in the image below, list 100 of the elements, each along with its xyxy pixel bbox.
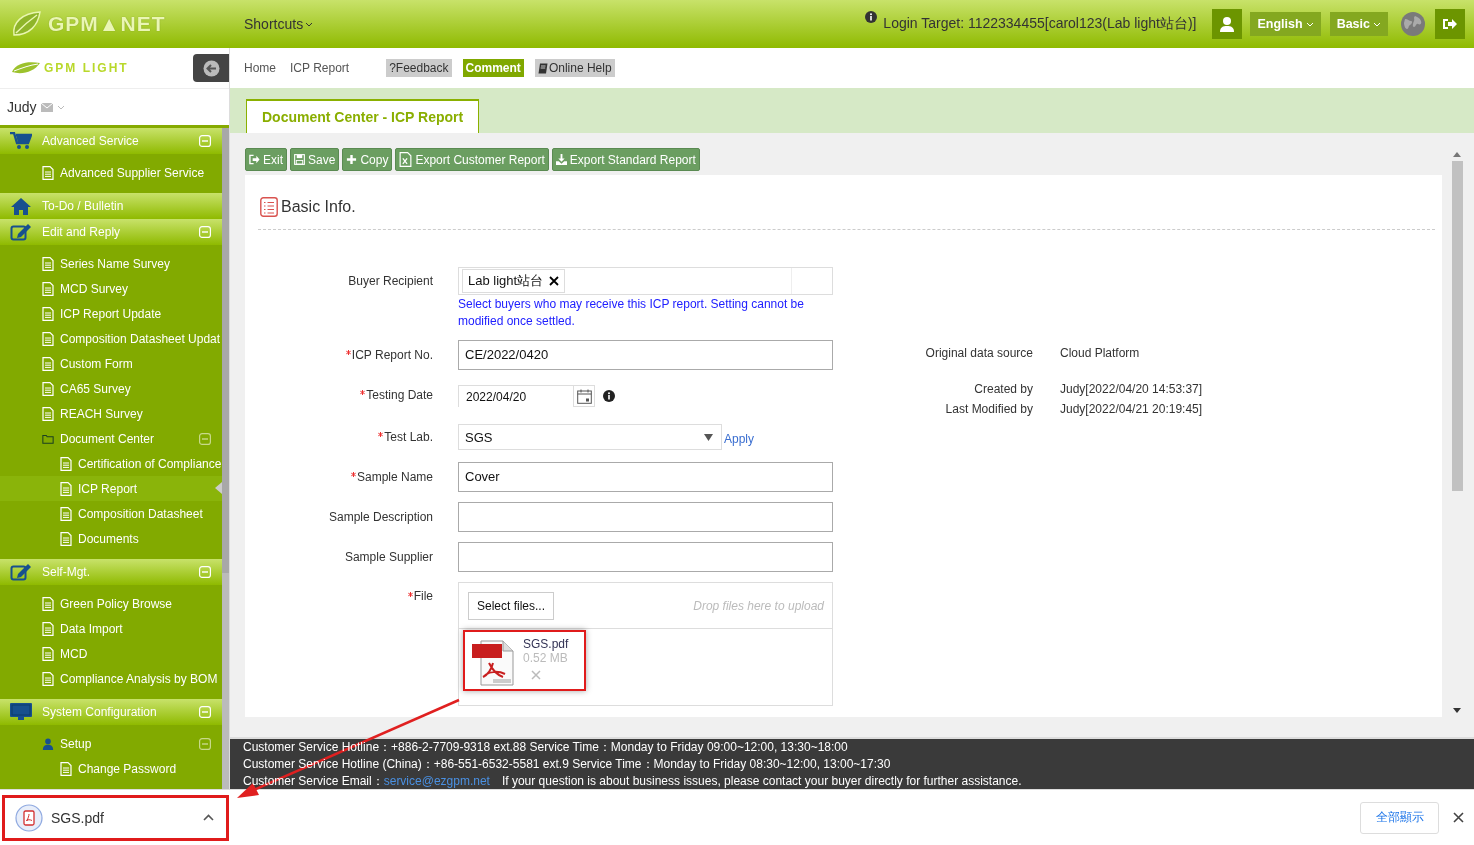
- menu-item[interactable]: MCD: [0, 641, 222, 666]
- document-icon: [42, 256, 54, 271]
- document-icon: [42, 381, 54, 396]
- feedback-button[interactable]: ?Feedback: [386, 59, 452, 77]
- document-icon: [42, 406, 54, 421]
- buyer-select-field[interactable]: Lab light站台: [458, 267, 833, 295]
- menu-item[interactable]: Composition Datasheet: [0, 501, 222, 526]
- scrollbar[interactable]: [222, 128, 229, 789]
- apply-link[interactable]: Apply: [724, 432, 755, 446]
- copy-button[interactable]: Copy: [342, 148, 393, 171]
- file-size: 0.52 MB: [523, 651, 568, 665]
- info-value: Judy[2022/04/21 20:19:45]: [1060, 401, 1203, 418]
- spreadsheet-icon: [399, 152, 413, 167]
- dropdown-arrow-icon[interactable]: [704, 433, 713, 441]
- plan-dropdown[interactable]: Basic: [1329, 12, 1388, 36]
- menu-item[interactable]: MCD Survey: [0, 276, 222, 301]
- language-dropdown[interactable]: English: [1250, 12, 1321, 36]
- field-label: ICP Report No.: [351, 347, 433, 364]
- menu-item[interactable]: Advanced Supplier Service: [0, 160, 222, 185]
- field-label: Buyer Recipient: [348, 273, 433, 290]
- menu-item[interactable]: Series Name Survey: [0, 251, 222, 276]
- menu-item[interactable]: Advanced Service: [0, 128, 222, 154]
- excel-button[interactable]: Export Customer Report: [395, 148, 549, 171]
- comment-button[interactable]: Comment: [462, 59, 524, 77]
- field-label: Sample Description: [328, 509, 433, 526]
- help-button[interactable]: Online Help: [534, 59, 615, 77]
- required-icon: [407, 592, 413, 597]
- text-field[interactable]: [458, 502, 833, 532]
- menu-item[interactable]: Documents: [0, 526, 222, 551]
- menu-item[interactable]: Document Center: [0, 426, 222, 451]
- menu-item[interactable]: Composition Datasheet Updat: [0, 326, 222, 351]
- download-item[interactable]: SGS.pdf: [2, 794, 229, 841]
- book-icon: [537, 62, 548, 74]
- required-icon: [350, 472, 356, 477]
- close-icon[interactable]: [1453, 812, 1464, 823]
- menu-item[interactable]: Compliance Analysis by BOM: [0, 666, 222, 691]
- chevron-up-icon[interactable]: [203, 814, 214, 821]
- page-tab[interactable]: Document Center - ICP Report: [246, 99, 480, 133]
- edit-icon: [10, 563, 32, 581]
- caret-icon[interactable]: [56, 104, 65, 110]
- download-icon: [555, 154, 567, 165]
- menu-item[interactable]: CA65 Survey: [0, 376, 222, 401]
- email-link[interactable]: service@ezgpm.net: [383, 773, 490, 788]
- menu-item[interactable]: Green Policy Browse: [0, 591, 222, 616]
- user-name[interactable]: Judy: [7, 99, 37, 115]
- menu-item[interactable]: Change Password: [0, 756, 222, 781]
- text-field[interactable]: [458, 542, 833, 572]
- document-icon: [42, 596, 54, 611]
- menu-item[interactable]: Certification of Compliance: [0, 451, 222, 476]
- user-icon: [1219, 16, 1236, 32]
- menu-item[interactable]: Custom Form: [0, 351, 222, 376]
- mail-icon[interactable]: [40, 102, 53, 112]
- cart-icon: [10, 132, 32, 150]
- exit-button[interactable]: Exit: [245, 148, 287, 171]
- scroll-up-icon[interactable]: [1453, 152, 1461, 157]
- collapse-icon[interactable]: [199, 737, 211, 750]
- menu-item[interactable]: Data Import: [0, 616, 222, 641]
- menu-item[interactable]: REACH Survey: [0, 401, 222, 426]
- globe-icon[interactable]: [1400, 11, 1426, 37]
- collapse-sidebar-button[interactable]: [193, 54, 229, 82]
- user-button[interactable]: [1212, 9, 1243, 39]
- logout-button[interactable]: [1435, 9, 1465, 39]
- save-button[interactable]: Save: [290, 148, 340, 171]
- logout-icon: [1442, 17, 1458, 31]
- show-all-button[interactable]: 全部顯示: [1360, 801, 1439, 834]
- download-button[interactable]: Export Standard Report: [551, 148, 700, 171]
- menu-item[interactable]: System Configuration: [0, 699, 222, 725]
- calendar-button[interactable]: [573, 385, 595, 407]
- shortcuts-menu[interactable]: Shortcuts: [244, 16, 314, 32]
- text-field[interactable]: CE/2022/0420: [458, 340, 833, 370]
- field-label: Sample Name: [356, 469, 433, 486]
- help-text: Select buyers who may receive this ICP report. Setting cannot be modified once settled.: [458, 296, 805, 330]
- info-icon: [603, 390, 615, 402]
- caret-icon: [305, 21, 314, 27]
- menu-item[interactable]: ICP Report Update: [0, 301, 222, 326]
- menu-item[interactable]: Self-Mgt.: [0, 559, 222, 585]
- remove-icon[interactable]: [549, 276, 560, 286]
- text-field[interactable]: Cover: [458, 462, 833, 492]
- required-icon: [378, 432, 384, 437]
- scroll-down-icon[interactable]: [1453, 708, 1461, 713]
- lab-select[interactable]: SGS: [458, 424, 722, 450]
- pdf-icon: [15, 803, 43, 832]
- home-icon: [10, 197, 32, 215]
- save-icon: [294, 154, 305, 165]
- menu-item[interactable]: To-Do / Bulletin: [0, 193, 222, 219]
- menu-item[interactable]: Setup: [0, 731, 222, 756]
- menu-item[interactable]: Edit and Reply: [0, 219, 222, 245]
- collapse-icon[interactable]: [199, 432, 211, 445]
- info-value: Judy[2022/04/20 14:53:37]: [1060, 381, 1203, 398]
- breadcrumb-link[interactable]: Home: [244, 61, 276, 75]
- info-value: Cloud Platform: [1060, 345, 1140, 362]
- site-logo[interactable]: GPM▲NET: [48, 12, 166, 36]
- footer-text: If your question is about business issues, please contact your buyer directly for further assistance.: [501, 773, 1022, 788]
- menu-item[interactable]: ICP Report: [0, 476, 222, 501]
- plus-icon: [346, 154, 358, 165]
- select-files-button[interactable]: Select files...: [468, 591, 555, 620]
- breadcrumb-link[interactable]: ICP Report: [290, 61, 350, 75]
- section-title: Basic Info.: [281, 198, 356, 216]
- document-icon: [42, 621, 54, 636]
- document-icon: [60, 531, 72, 546]
